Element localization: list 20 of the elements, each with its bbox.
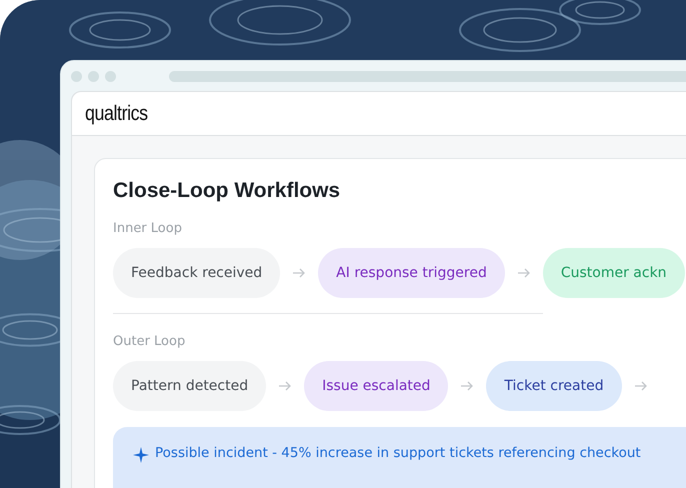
step-pill: Feedback received: [113, 248, 280, 298]
sparkle-icon: [133, 447, 149, 463]
section-label: Outer Loop: [113, 334, 186, 349]
alert-text: Possible incident - 45% increase in support tickets referencing checkout: [155, 445, 641, 461]
address-bar[interactable]: [169, 70, 686, 82]
step-pill: AI response triggered: [318, 248, 505, 298]
section-label: Inner Loop: [113, 221, 183, 236]
window-dot: [88, 70, 99, 82]
step-pill: Customer ackn: [542, 248, 685, 298]
step-pill: Ticket created: [486, 361, 622, 411]
step-pill: Pattern detected: [113, 361, 266, 411]
arrow-icon: [293, 268, 306, 278]
arrow-icon: [279, 381, 292, 391]
arrow-icon: [461, 381, 474, 391]
window-dot: [71, 70, 82, 82]
arrow-icon: [518, 268, 530, 278]
card-title: Close-Loop Workflows: [113, 179, 342, 203]
brand-logo: qualtrics: [85, 102, 148, 126]
window-dot: [105, 70, 116, 82]
step-pill: Issue escalated: [304, 361, 448, 411]
